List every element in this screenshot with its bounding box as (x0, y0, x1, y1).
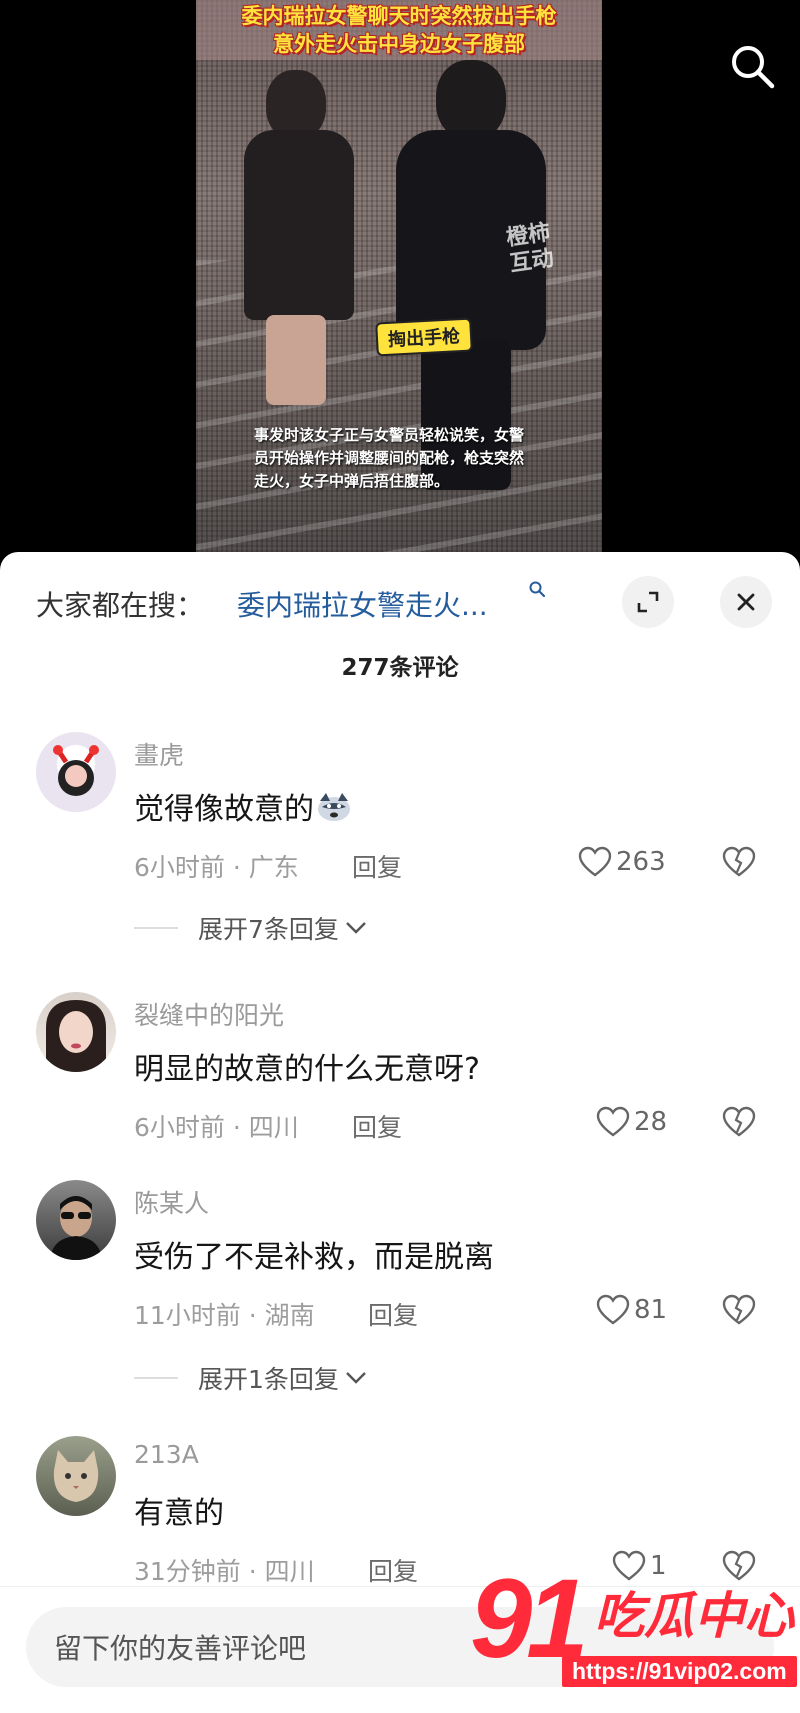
comment-username[interactable]: 裂缝中的阳光 (134, 996, 284, 1032)
reply-button[interactable]: 回复 (368, 1552, 418, 1588)
comment-text-content: 觉得像故意的 (134, 792, 314, 827)
expand-replies-button[interactable]: 展开7条回复 (134, 910, 367, 946)
comment-username[interactable]: 213A (134, 1440, 199, 1469)
close-button[interactable] (720, 576, 772, 628)
reply-button[interactable]: 回复 (368, 1296, 418, 1332)
comment-meta: 11小时前 · 湖南 (134, 1301, 315, 1330)
like-button[interactable]: 28 (596, 1104, 667, 1140)
like-button[interactable]: 81 (596, 1292, 667, 1328)
video-caption: 事发时该女子正与女警员轻松说笑，女警员开始操作并调整腰间的配枪，枪支突然走火，女… (254, 426, 525, 490)
site-logo-name: 吃瓜中心 (594, 1587, 794, 1645)
comment-count: 277条评论 (341, 655, 459, 681)
search-icon[interactable] (728, 42, 776, 90)
video-title-line2: 意外走火击中身边女子腹部 (273, 32, 525, 56)
expand-replies-label: 展开1条回复 (198, 1365, 339, 1394)
comment-text: 受伤了不是补救，而是脱离 (134, 1240, 494, 1275)
video-frame[interactable]: 委内瑞拉女警聊天时突然拔出手枪 意外走火击中身边女子腹部 橙柿互动 掏出手枪 事… (196, 0, 602, 552)
expand-replies-button[interactable]: 展开1条回复 (134, 1360, 367, 1396)
wolf-emoji-icon (318, 793, 350, 821)
comment-meta: 6小时前 · 四川 (134, 1113, 299, 1142)
trending-search-link[interactable]: 委内瑞拉女警走火... (237, 584, 488, 624)
expand-button[interactable] (622, 576, 674, 628)
avatar[interactable] (36, 1436, 116, 1516)
search-small-icon (529, 581, 546, 598)
comment-meta: 31分钟前 · 四川 (134, 1557, 315, 1586)
like-button[interactable]: 263 (578, 844, 666, 880)
comment-text: 明显的故意的什么无意呀? (134, 1052, 480, 1087)
reply-button[interactable]: 回复 (352, 1108, 402, 1144)
video-player[interactable]: 委内瑞拉女警聊天时突然拔出手枪 意外走火击中身边女子腹部 橙柿互动 掏出手枪 事… (0, 0, 800, 560)
expand-replies-label: 展开7条回复 (198, 915, 339, 944)
comment-meta: 6小时前 · 广东 (134, 853, 299, 882)
divider-line (134, 1377, 178, 1379)
comment-username[interactable]: 陈某人 (134, 1184, 209, 1220)
comment-input-placeholder: 留下你的友善评论吧 (54, 1632, 307, 1665)
reply-button[interactable]: 回复 (352, 848, 402, 884)
chevron-down-icon (346, 1372, 366, 1384)
comment-text: 觉得像故意的 (134, 784, 352, 828)
like-count: 81 (634, 1295, 668, 1325)
video-watermark: 橙柿互动 (504, 220, 556, 277)
comment-text: 有意的 (134, 1496, 224, 1531)
video-title-line1: 委内瑞拉女警聊天时突然拔出手枪 (241, 4, 557, 28)
comment-username[interactable]: 畫虎 (134, 736, 184, 772)
site-logo-url: https://91vip02.com (562, 1656, 797, 1687)
avatar[interactable] (36, 732, 116, 812)
dislike-icon[interactable] (722, 1106, 756, 1138)
expand-icon (637, 591, 659, 613)
comment-sheet: 大家都在搜： 委内瑞拉女警走火... 277条评论 畫虎 觉得像故意的 6小时前… (0, 552, 800, 1712)
like-count: 263 (616, 847, 666, 877)
trending-search-label: 大家都在搜： (36, 589, 205, 622)
woman-figure (236, 70, 356, 405)
like-count: 28 (634, 1107, 668, 1137)
avatar[interactable] (36, 1180, 116, 1260)
site-logo: 91 吃瓜中心 https://91vip02.com (470, 1556, 800, 1712)
trending-search-row: 大家都在搜： 委内瑞拉女警走火... (0, 576, 800, 628)
chevron-down-icon (346, 922, 366, 934)
dislike-icon[interactable] (722, 1294, 756, 1326)
heart-icon (596, 1106, 630, 1137)
close-icon (737, 593, 755, 611)
heart-icon (578, 846, 612, 877)
dislike-icon[interactable] (722, 846, 756, 878)
avatar[interactable] (36, 992, 116, 1072)
video-sticker: 掏出手枪 (375, 317, 473, 357)
divider-line (134, 927, 178, 929)
heart-icon (596, 1294, 630, 1325)
